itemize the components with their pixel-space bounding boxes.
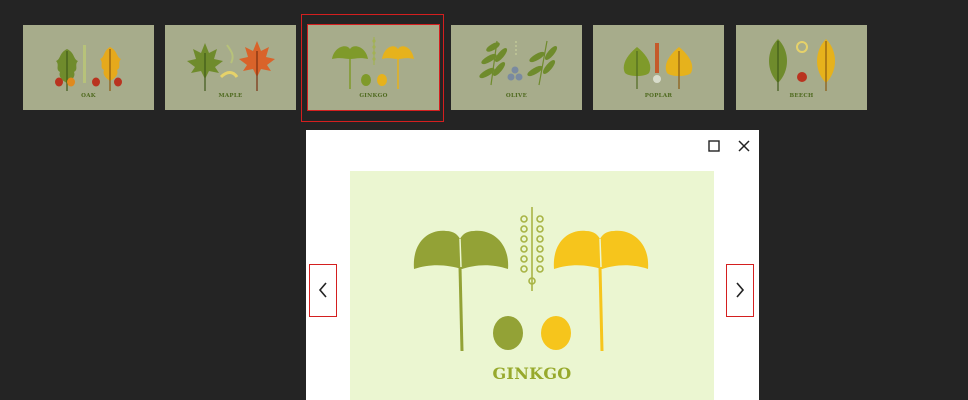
catkin-illustration: [520, 207, 544, 291]
thumbnail-ginkgo[interactable]: GINKGO: [307, 24, 440, 111]
thumbnail-label: POPLAR: [644, 93, 673, 99]
thumbnail-oak[interactable]: OAK: [23, 25, 154, 110]
thumbnail-maple[interactable]: MAPLE: [165, 25, 296, 110]
maximize-button[interactable]: [706, 138, 722, 154]
square-icon: [708, 140, 720, 152]
ginkgo-image: GINKGO: [350, 171, 714, 400]
image-viewer-modal: GINKGO: [306, 130, 759, 400]
previous-image-button[interactable]: [309, 264, 337, 317]
thumbnail-poplar[interactable]: POPLAR: [593, 25, 724, 110]
chevron-left-icon: [318, 282, 327, 298]
thumbnail-label: OAK: [81, 93, 96, 99]
thumbnail-olive[interactable]: OLIVE: [451, 25, 582, 110]
thumbnail-label: MAPLE: [218, 93, 243, 99]
thumbnail-label: OLIVE: [505, 93, 528, 99]
chevron-right-icon: [736, 282, 745, 298]
close-x-icon: [738, 140, 750, 152]
yellow-ginkgo-nut: [541, 316, 571, 350]
thumbnail-label: BEECH: [789, 93, 814, 99]
thumbnail-beech[interactable]: BEECH: [736, 25, 867, 110]
close-button[interactable]: [736, 138, 752, 154]
green-ginkgo-nut: [493, 316, 523, 350]
image-caption: GINKGO: [492, 364, 572, 383]
next-image-button[interactable]: [726, 264, 754, 317]
thumbnail-label: GINKGO: [359, 93, 388, 99]
